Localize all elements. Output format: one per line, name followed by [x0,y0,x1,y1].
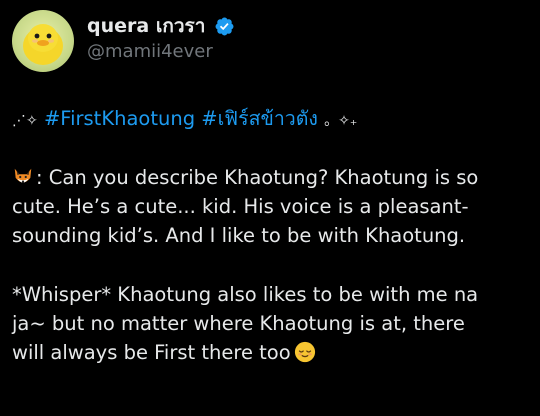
sparkle-suffix: 。✧₊ [324,113,358,129]
paragraph1-line2: cute. He’s a cute... kid. His voice is a… [12,195,469,218]
paragraph2-line3: will always be First there too [12,338,528,367]
tweet-header: quera เกวรา @mamii4ever [12,10,528,72]
display-name[interactable]: quera เกวรา [87,14,205,38]
hashtag-firstkhaotung[interactable]: #FirstKhaotung [44,107,195,130]
paragraph1-line1: : Can you describe Khaotung? Khaotung is… [12,163,528,192]
paragraph1-text1: : Can you describe Khaotung? Khaotung is… [36,166,479,189]
paragraph1-line3: sounding kid’s. And I like to be with Kh… [12,224,466,247]
hashtag-thai[interactable]: #เฟิร์สข้าวตัง [201,107,318,130]
paragraph2-line2: ja~ but no matter where Khaotung is at, … [12,312,465,335]
hashtag-line: ⋰✧ #FirstKhaotung #เฟิร์สข้าวตัง 。✧₊ [12,104,528,133]
sparkle-prefix: ⋰✧ [12,113,38,129]
user-handle[interactable]: @mamii4ever [87,40,235,64]
fox-face-icon [14,168,32,183]
relieved-face-icon [294,341,315,363]
duck-avatar-icon [23,24,63,65]
tweet-text: ⋰✧ #FirstKhaotung #เฟิร์สข้าวตัง 。✧₊ : C… [12,104,528,367]
avatar[interactable] [12,10,74,72]
paragraph2-line1: *Whisper* Khaotung also likes to be with… [12,283,479,306]
paragraph2-text3: will always be First there too [12,341,291,364]
verified-badge-icon [216,17,234,35]
user-names: quera เกวรา @mamii4ever [87,14,235,64]
